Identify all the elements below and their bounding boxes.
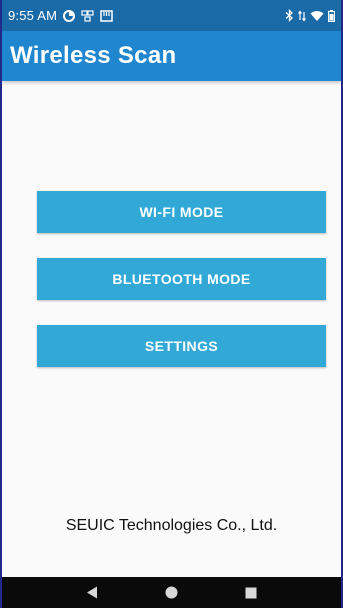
app-title: Wireless Scan bbox=[10, 42, 177, 69]
back-icon bbox=[86, 586, 98, 599]
wifi-icon bbox=[310, 10, 324, 22]
bluetooth-icon bbox=[285, 9, 294, 22]
wifi-mode-label: WI-FI MODE bbox=[139, 204, 224, 220]
status-right bbox=[285, 9, 335, 22]
settings-button[interactable]: SETTINGS bbox=[37, 325, 326, 367]
status-bar: 9:55 AM bbox=[2, 0, 341, 31]
settings-label: SETTINGS bbox=[144, 338, 219, 354]
signal-arrows-icon bbox=[298, 10, 306, 22]
navigation-bar bbox=[2, 577, 341, 608]
phone-screen: 9:55 AM Wireless Scan WI-FI MODE BLUETOO… bbox=[0, 0, 343, 608]
home-icon bbox=[165, 586, 178, 599]
app-bar: Wireless Scan bbox=[2, 31, 341, 81]
home-button[interactable] bbox=[156, 581, 186, 605]
bluetooth-mode-label: BLUETOOTH MODE bbox=[112, 271, 251, 287]
bluetooth-mode-button[interactable]: BLUETOOTH MODE bbox=[37, 258, 326, 300]
vpn-key-icon bbox=[81, 9, 94, 22]
sd-card-icon bbox=[100, 9, 113, 22]
recents-icon bbox=[245, 587, 257, 599]
company-name: SEUIC Technologies Co., Ltd. bbox=[65, 517, 278, 534]
main-content: WI-FI MODE BLUETOOTH MODE SETTINGS SEUIC… bbox=[2, 81, 341, 577]
back-button[interactable] bbox=[77, 581, 107, 605]
status-time: 9:55 AM bbox=[8, 8, 58, 23]
battery-icon bbox=[328, 9, 335, 22]
wifi-mode-button[interactable]: WI-FI MODE bbox=[37, 191, 326, 233]
status-left: 9:55 AM bbox=[8, 8, 113, 23]
data-saver-icon bbox=[63, 9, 76, 22]
recents-button[interactable] bbox=[236, 581, 266, 605]
